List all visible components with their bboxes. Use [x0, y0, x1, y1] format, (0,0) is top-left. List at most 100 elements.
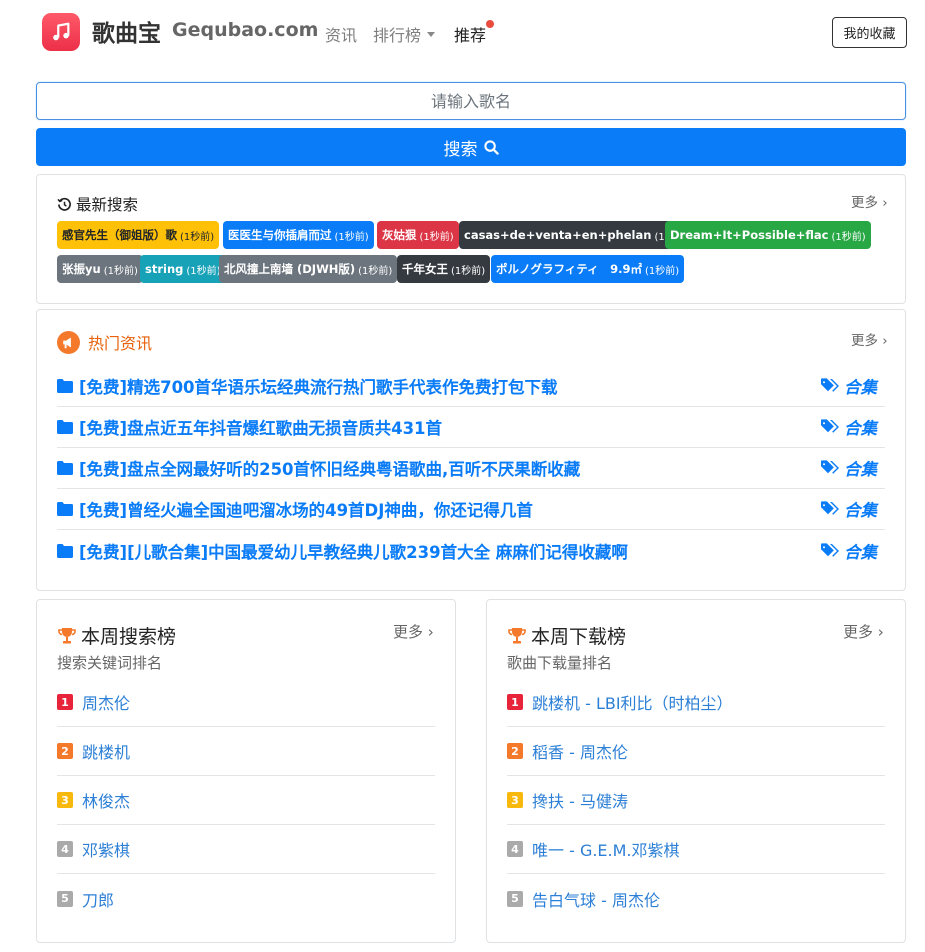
rank-item[interactable]: 4 邓紫棋	[57, 825, 435, 874]
tag-time: (1秒前)	[103, 265, 138, 277]
tag-text: ポルノグラフィティ 9.9㎡	[496, 262, 642, 276]
recent-tag[interactable]: 灰姑狠 (1秒前)	[377, 221, 459, 249]
search-button-label: 搜索	[443, 139, 478, 160]
recent-tag[interactable]: string (1秒前)	[140, 255, 226, 283]
rank-item[interactable]: 2 稻香 - 周杰伦	[507, 727, 885, 776]
recent-search-card: 最新搜索 更多 › 感官先生（御姐版）歌 (1秒前) 医医生与你插肩而过 (1秒前)…	[36, 174, 906, 304]
caret-down-icon	[427, 32, 436, 37]
recent-tag[interactable]: Dream+It+Possible+flac (1秒前)	[665, 221, 871, 249]
tag-time: (1秒前)	[180, 231, 215, 243]
news-link[interactable]: [免费]盘点近五年抖音爆红歌曲无损音质共431首	[57, 415, 442, 439]
music-note-logo-icon[interactable]	[42, 13, 80, 51]
trophy-icon	[508, 627, 526, 643]
rank-link[interactable]: 稻香 - 周杰伦	[532, 739, 628, 763]
tag-time: (1秒前)	[419, 231, 454, 243]
search-icon	[483, 139, 499, 155]
news-link[interactable]: [免费]精选700首华语乐坛经典流行热门歌手代表作免费打包下载	[57, 374, 558, 398]
tag-time: (1秒前)	[334, 231, 369, 243]
nav-label: 资讯	[325, 26, 358, 45]
recent-tag[interactable]: ポルノグラフィティ 9.9㎡ (1秒前)	[491, 255, 685, 283]
collection-tag-label: 合集	[844, 419, 877, 438]
rank-link[interactable]: 唯一 - G.E.M.邓紫棋	[532, 837, 680, 861]
rank-badge: 5	[57, 890, 73, 907]
card-title-text: 最新搜索	[76, 196, 139, 214]
rank-item[interactable]: 4 唯一 - G.E.M.邓紫棋	[507, 825, 885, 874]
tag-text: Dream+It+Possible+flac	[670, 228, 829, 242]
rank-link[interactable]: 跳楼机	[82, 739, 130, 763]
nav-label: 推荐	[454, 26, 487, 45]
folder-icon	[57, 543, 73, 558]
weekly-download-more-link[interactable]: 更多 ›	[843, 621, 884, 642]
rank-link[interactable]: 林俊杰	[82, 788, 130, 812]
recent-more-link[interactable]: 更多 ›	[851, 191, 888, 211]
favorites-button[interactable]: 我的收藏	[832, 17, 907, 48]
recent-tag[interactable]: casas+de+venta+en+phelan(1秒前)	[459, 221, 694, 249]
collection-tag[interactable]: 合集	[821, 415, 877, 439]
history-icon	[57, 197, 71, 211]
search-input[interactable]	[36, 82, 906, 120]
rank-link[interactable]: 刀郎	[82, 887, 114, 911]
collection-tag-label: 合集	[844, 378, 877, 397]
tag-time: (1秒前)	[451, 265, 486, 277]
news-item[interactable]: [免费]盘点全网最好听的250首怀旧经典粤语歌曲,百听不厌果断收藏 合集	[57, 448, 885, 489]
recent-tag[interactable]: 北风撞上南墙 (DJWH版) (1秒前)	[219, 255, 398, 283]
news-more-link[interactable]: 更多 ›	[851, 329, 888, 349]
trophy-icon	[58, 627, 76, 643]
rank-badge: 1	[507, 694, 523, 710]
tags-icon	[821, 378, 839, 392]
tag-text: 千年女王	[402, 262, 448, 276]
nav-item-rankings[interactable]: 排行榜	[373, 22, 436, 46]
news-item[interactable]: [免费][儿歌合集]中国最爱幼儿早教经典儿歌239首大全 麻麻们记得收藏啊 合集	[57, 530, 885, 571]
hot-news-card: 热门资讯 更多 › [免费]精选700首华语乐坛经典流行热门歌手代表作免费打包下…	[36, 309, 906, 591]
rank-badge: 3	[507, 792, 523, 808]
collection-tag[interactable]: 合集	[821, 374, 877, 398]
rank-item[interactable]: 3 搀扶 - 马健涛	[507, 776, 885, 825]
rank-link[interactable]: 周杰伦	[82, 690, 130, 714]
news-link[interactable]: [免费]曾经火遍全国迪吧溜冰场的49首DJ神曲，你还记得几首	[57, 497, 533, 521]
tags-icon	[821, 501, 839, 515]
news-link[interactable]: [免费][儿歌合集]中国最爱幼儿早教经典儿歌239首大全 麻麻们记得收藏啊	[57, 539, 628, 563]
tag-text: 北风撞上南墙 (DJWH版)	[224, 262, 356, 276]
megaphone-icon	[57, 330, 80, 354]
nav-item-news[interactable]: 资讯	[325, 22, 357, 46]
brand-domain[interactable]: Gequbao.com	[172, 19, 318, 41]
weekly-search-title: 本周搜索榜	[57, 622, 176, 649]
rank-item[interactable]: 2 跳楼机	[57, 727, 435, 776]
weekly-search-more-link[interactable]: 更多 ›	[393, 621, 434, 642]
tag-time: (1秒前)	[186, 265, 221, 277]
recent-search-title: 最新搜索	[57, 193, 138, 215]
navbar: 歌曲宝 Gequbao.com 资讯 排行榜 推荐 我的收藏	[0, 0, 925, 64]
news-item[interactable]: [免费]精选700首华语乐坛经典流行热门歌手代表作免费打包下载 合集	[57, 366, 885, 407]
collection-tag[interactable]: 合集	[821, 456, 877, 480]
rank-item[interactable]: 3 林俊杰	[57, 776, 435, 825]
rank-link[interactable]: 搀扶 - 马健涛	[532, 788, 628, 812]
recent-tag[interactable]: 千年女王 (1秒前)	[397, 255, 491, 283]
card-title-text: 热门资讯	[88, 334, 153, 353]
rank-link[interactable]: 邓紫棋	[82, 837, 130, 861]
rank-item[interactable]: 1 周杰伦	[57, 678, 435, 727]
tag-text: 张振yu	[62, 262, 101, 276]
tag-text: 医医生与你插肩而过	[228, 228, 332, 242]
search-button[interactable]: 搜索	[36, 128, 906, 166]
news-item[interactable]: [免费]曾经火遍全国迪吧溜冰场的49首DJ神曲，你还记得几首 合集	[57, 489, 885, 530]
rank-item[interactable]: 5 告白气球 - 周杰伦	[507, 874, 885, 923]
recent-tag[interactable]: 感官先生（御姐版）歌 (1秒前)	[57, 221, 220, 249]
collection-tag-label: 合集	[844, 542, 877, 562]
tags-icon	[821, 460, 839, 474]
tag-time: (1秒前)	[644, 265, 680, 277]
brand-name[interactable]: 歌曲宝	[92, 14, 161, 48]
news-item[interactable]: [免费]盘点近五年抖音爆红歌曲无损音质共431首 合集	[57, 407, 885, 448]
notification-dot	[486, 20, 494, 28]
recent-tag[interactable]: 医医生与你插肩而过 (1秒前)	[223, 221, 374, 249]
rank-item[interactable]: 5 刀郎	[57, 874, 435, 923]
collection-tag[interactable]: 合集	[821, 497, 877, 521]
collection-tag-label: 合集	[844, 501, 877, 520]
news-link[interactable]: [免费]盘点全网最好听的250首怀旧经典粤语歌曲,百听不厌果断收藏	[57, 456, 580, 480]
rank-link[interactable]: 告白气球 - 周杰伦	[532, 887, 660, 911]
rank-link[interactable]: 跳楼机 - LBI利比（时柏尘）	[532, 690, 733, 714]
recent-tag[interactable]: 张振yu (1秒前)	[57, 255, 143, 283]
nav-item-recommend[interactable]: 推荐	[454, 22, 486, 46]
rank-badge: 1	[57, 694, 73, 710]
collection-tag[interactable]: 合集	[821, 539, 877, 563]
rank-item[interactable]: 1 跳楼机 - LBI利比（时柏尘）	[507, 678, 885, 727]
